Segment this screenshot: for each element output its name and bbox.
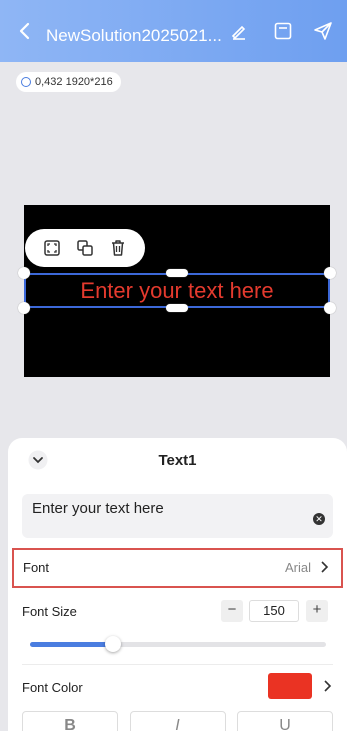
font-color-swatch[interactable]	[268, 673, 312, 699]
text-content-input[interactable]: Enter your text here ✕	[22, 494, 333, 538]
text-content-value[interactable]: Enter your text here	[32, 500, 164, 517]
back-arrow-icon[interactable]	[14, 20, 36, 42]
font-size-increase-button[interactable]: +	[306, 600, 328, 622]
font-size-slider[interactable]	[30, 636, 326, 652]
text-element-box[interactable]: Enter your text here	[24, 273, 330, 308]
circle-icon	[21, 77, 31, 87]
resolution-text: 0,432 1920*216	[35, 76, 113, 88]
save-icon[interactable]	[272, 20, 294, 42]
slider-fill	[30, 642, 113, 647]
font-color-label: Font Color	[22, 680, 83, 695]
fit-screen-icon[interactable]	[42, 238, 62, 258]
resize-handle-top-left[interactable]	[18, 267, 30, 279]
divider	[22, 664, 333, 665]
chevron-right-icon[interactable]	[320, 679, 334, 693]
clear-icon[interactable]: ✕	[313, 513, 325, 525]
resize-handle-top[interactable]	[166, 269, 188, 277]
slider-thumb[interactable]	[104, 636, 121, 652]
bold-button[interactable]: B	[22, 711, 118, 731]
resize-handle-bottom-left[interactable]	[18, 302, 30, 314]
app-header: NewSolution2025021...	[0, 0, 347, 62]
italic-button[interactable]: I	[129, 711, 226, 731]
page-title: NewSolution2025021...	[46, 27, 222, 44]
font-size-decrease-button[interactable]: −	[221, 600, 243, 622]
font-label: Font	[23, 560, 50, 575]
text-style-buttons: B I U	[22, 711, 333, 731]
chevron-right-icon	[321, 561, 329, 573]
text-properties-panel: Text1 Enter your text here ✕ Font Arial …	[8, 438, 347, 731]
panel-title: Text1	[158, 452, 197, 469]
resolution-badge: 0,432 1920*216	[16, 72, 121, 92]
font-size-input[interactable]: 150	[249, 600, 299, 622]
send-icon[interactable]	[312, 20, 334, 42]
font-selector-row[interactable]: Font Arial	[12, 548, 343, 588]
resize-handle-top-right[interactable]	[324, 267, 336, 279]
font-value: Arial	[284, 560, 311, 575]
edit-icon[interactable]	[228, 20, 250, 42]
delete-icon[interactable]	[108, 238, 128, 258]
resize-handle-bottom[interactable]	[166, 304, 188, 312]
resize-handle-bottom-right[interactable]	[324, 302, 336, 314]
canvas-text: Enter your text here	[80, 278, 274, 303]
underline-button[interactable]: U	[237, 711, 333, 731]
font-size-label: Font Size	[22, 604, 77, 619]
element-toolbar	[25, 229, 145, 267]
copy-icon[interactable]	[75, 238, 95, 258]
